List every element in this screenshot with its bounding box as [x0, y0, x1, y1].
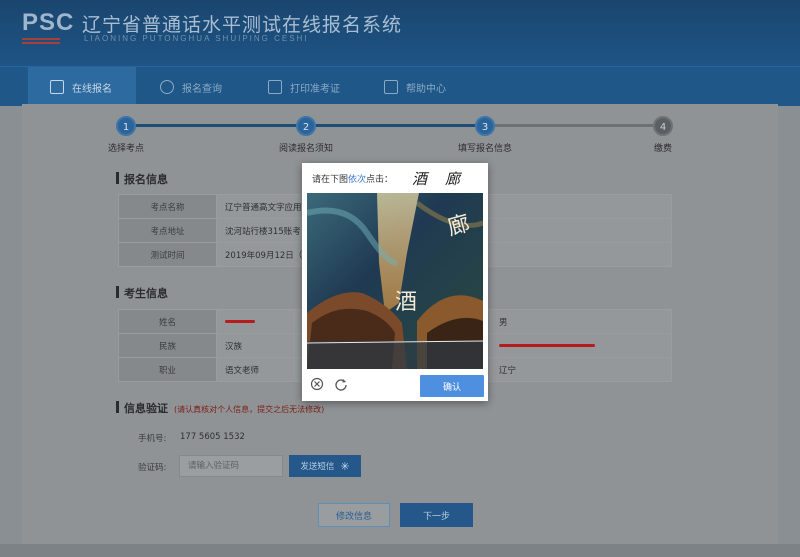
close-circle-icon[interactable]	[310, 377, 324, 391]
captcha-prompt: 请在下图依次点击：	[312, 175, 394, 185]
section-title-candidate: 考生信息	[116, 285, 168, 301]
psc-logo: PSC	[22, 9, 75, 46]
sms-button-label: 发送短信	[300, 462, 335, 472]
step-4: 4 缴费	[648, 116, 678, 154]
row-key: 职业	[118, 357, 217, 382]
redaction-mark	[499, 343, 595, 347]
next-step-button[interactable]: 下一步	[400, 503, 473, 527]
captcha-target-char: 廊	[445, 170, 461, 188]
nav-print-ticket[interactable]: 打印准考证	[268, 67, 340, 107]
step-label: 选择考点	[107, 144, 144, 154]
code-label: 验证码:	[138, 463, 167, 473]
logo-text: PSC	[22, 9, 75, 36]
modify-info-button[interactable]: 修改信息	[318, 503, 390, 527]
step-1: 1 选择考点	[104, 116, 148, 154]
step-number: 2	[296, 116, 316, 136]
captcha-confirm-button[interactable]: 确认	[420, 375, 484, 397]
spinner-icon: ✳	[340, 459, 350, 473]
section-title-registration: 报名信息	[116, 171, 168, 187]
captcha-dialog: 请在下图依次点击： 酒 廊 酒 廊 确认	[302, 163, 488, 401]
row-key: 姓名	[118, 309, 217, 334]
section-title-verify: 信息验证 (请认真核对个人信息，提交之后无法修改)	[116, 400, 324, 416]
step-2: 2 阅读报名须知	[276, 116, 336, 154]
printer-icon	[268, 80, 282, 94]
row-key: 考点名称	[118, 194, 217, 219]
row-key: 考点地址	[118, 218, 217, 243]
nav-label: 在线报名	[72, 83, 112, 95]
occupation-value: 语文老师	[216, 357, 295, 382]
step-label: 填写报名信息	[457, 144, 512, 154]
nav-label: 报名查询	[182, 83, 222, 95]
captcha-painting[interactable]: 酒 廊	[307, 193, 483, 369]
id-value	[490, 333, 672, 358]
nav-query[interactable]: 报名查询	[160, 67, 222, 107]
site-header: PSC 辽宁省普通话水平测试在线报名系统 LIAONING PUTONGHUA …	[0, 0, 800, 66]
logo-bars	[22, 38, 60, 44]
phone-label: 手机号:	[138, 434, 167, 444]
gender-value: 男	[490, 309, 672, 334]
captcha-char-jiu: 酒	[395, 290, 417, 315]
step-3: 3 填写报名信息	[455, 116, 515, 154]
nav-help[interactable]: 帮助中心	[384, 67, 446, 107]
captcha-image[interactable]: 酒 廊	[307, 193, 483, 369]
step-number: 4	[653, 116, 673, 136]
nav-label: 打印准考证	[290, 83, 340, 95]
captcha-target-char: 酒	[412, 170, 428, 188]
ethnicity-value: 汉族	[216, 333, 295, 358]
main-nav: 在线报名 报名查询 打印准考证 帮助中心	[0, 66, 800, 107]
site-title: 辽宁省普通话水平测试在线报名系统	[82, 14, 403, 36]
name-value	[216, 309, 295, 334]
send-sms-button[interactable]: 发送短信 ✳	[289, 455, 361, 477]
bottom-strip	[0, 544, 800, 557]
step-number: 3	[475, 116, 495, 136]
step-label: 缴费	[653, 144, 672, 154]
captcha-tools	[310, 377, 348, 391]
help-icon	[384, 80, 398, 94]
verify-note: (请认真核对个人信息，提交之后无法修改)	[174, 405, 325, 414]
edit-icon	[50, 80, 64, 94]
redaction-mark	[225, 319, 255, 323]
verification-code-input[interactable]: 请输入验证码	[179, 455, 283, 477]
step-number: 1	[116, 116, 136, 136]
progress-line	[126, 124, 663, 127]
nav-online-register[interactable]: 在线报名	[28, 67, 136, 107]
nav-label: 帮助中心	[406, 83, 446, 95]
verify-title: 信息验证	[124, 402, 168, 415]
refresh-icon[interactable]	[334, 377, 348, 391]
phone-value: 177 5605 1532	[180, 432, 245, 442]
province-value: 辽宁	[490, 357, 672, 382]
step-label: 阅读报名须知	[278, 144, 333, 154]
site-subtitle: LIAONING PUTONGHUA SHUIPING CESHI	[84, 34, 309, 43]
row-key: 民族	[118, 333, 217, 358]
row-key: 测试时间	[118, 242, 217, 267]
search-icon	[160, 80, 174, 94]
